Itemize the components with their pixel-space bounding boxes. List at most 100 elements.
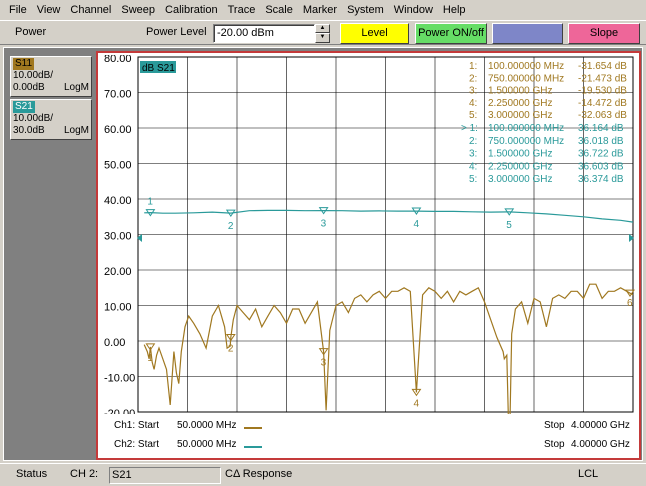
status-bar: Status CH 2: S21 CΔ Response LCL: [0, 463, 646, 486]
ch2-readout-freq: 100.000000 MHz: [488, 123, 564, 134]
y-tick-label: 70.00: [104, 89, 132, 101]
ch2-readout-value: 36.722 dB: [578, 149, 624, 160]
power-toolbar: Power Power Level -20.00 dBm ▲ ▼ Level P…: [0, 20, 646, 45]
status-response: CΔ Response: [225, 468, 293, 480]
ch2-readout-id: 3:: [469, 149, 477, 160]
footer-ch2-start: 50.0000 MHz: [177, 439, 237, 450]
y-tick-label: 80.00: [104, 55, 132, 65]
footer-ch1-stop-label: Stop: [544, 420, 565, 431]
level-softkey[interactable]: Level: [340, 23, 409, 44]
trace-s11-name: S11: [13, 58, 35, 70]
trace-panel: S11 10.00dB/ 0.00dB LogM S21 10.00dB/ 30.…: [10, 52, 94, 458]
menu-channel[interactable]: Channel: [65, 1, 116, 19]
footer-ch1-start-label: Ch1: Start: [114, 420, 160, 431]
menu-system[interactable]: System: [342, 1, 389, 19]
trace-plot[interactable]: 80.0070.0060.0050.0040.0030.0020.0010.00…: [102, 55, 637, 414]
ch2-marker-label: 3: [321, 219, 327, 230]
status-param-box: S21: [109, 467, 221, 484]
trace-s21-name: S21: [13, 101, 35, 113]
ch1-readout-id: 1:: [469, 61, 477, 72]
y-tick-label: 0.00: [104, 337, 125, 349]
y-tick-label: 50.00: [104, 160, 132, 172]
ch2-readout-value: 36.603 dB: [578, 161, 624, 172]
trace-s21-button[interactable]: S21 10.00dB/ 30.0dB LogM: [10, 99, 92, 140]
ch2-readout-freq: 1.500000 GHz: [488, 149, 553, 160]
trace-s11-ref: 0.00dB: [13, 82, 45, 93]
trace-s21-format: LogM: [63, 125, 89, 136]
power-level-input[interactable]: -20.00 dBm: [213, 24, 315, 43]
trace-s11-format: LogM: [63, 82, 89, 93]
ch2-readout-id: 5:: [469, 174, 477, 185]
ch2-readout-value: 36.164 dB: [578, 123, 624, 134]
trace-s11-scale: 10.00dB/: [13, 70, 54, 81]
ch2-readout-value: 36.018 dB: [578, 136, 624, 147]
footer-ch2-start-label: Ch2: Start: [114, 439, 160, 450]
spin-up-button[interactable]: ▲: [315, 24, 330, 33]
ch1-readout-id: 3:: [469, 86, 477, 97]
footer-ch1-stop: 4.00000 GHz: [571, 420, 630, 431]
menu-scale[interactable]: Scale: [260, 1, 298, 19]
toolbar-menu-label: Power: [15, 26, 47, 38]
menu-sweep[interactable]: Sweep: [116, 1, 160, 19]
ch1-readout-freq: 100.000000 MHz: [488, 61, 564, 72]
ch1-readout-id: 2:: [469, 73, 477, 84]
y-tick-label: 20.00: [104, 266, 132, 278]
ch2-marker-label: 1: [147, 197, 153, 208]
y-tick-label: 40.00: [104, 195, 132, 207]
footer-ch2-stop: 4.00000 GHz: [571, 439, 630, 450]
footer-ch1-start: 50.0000 MHz: [177, 420, 237, 431]
vna-application: File View Channel Sweep Calibration Trac…: [0, 0, 646, 486]
y-tick-label: 60.00: [104, 124, 132, 136]
ch2-readout-id: 4:: [469, 161, 477, 172]
ch1-marker-label: 4: [413, 398, 419, 409]
ch1-readout-freq: 1.500000 GHz: [488, 86, 553, 97]
status-lcl: LCL: [578, 468, 599, 480]
ch1-readout-freq: 2.250000 GHz: [488, 98, 553, 109]
sweep-footer: Ch1: Start 50.0000 MHz Stop 4.00000 GHz …: [102, 416, 637, 456]
power-level-label: Power Level: [146, 26, 207, 38]
ch1-readout-freq: 3.000000 GHz: [488, 110, 553, 121]
ch1-readout-freq: 750.000000 MHz: [488, 73, 564, 84]
ch2-marker-label: 4: [413, 219, 419, 230]
ch2-readout-freq: 3.000000 GHz: [488, 174, 553, 185]
ch2-readout-id: 2:: [469, 136, 477, 147]
menu-file[interactable]: File: [4, 1, 32, 19]
ch2-readout-freq: 2.250000 GHz: [488, 161, 553, 172]
ch1-readout-id: 4:: [469, 98, 477, 109]
menu-help[interactable]: Help: [438, 1, 471, 19]
ch1-readout-value: -19.530 dB: [578, 86, 627, 97]
ch2-legend-line: [244, 446, 262, 448]
ch1-marker-label: 1: [147, 353, 153, 364]
ch2-marker-label: 5: [506, 220, 512, 231]
menu-window[interactable]: Window: [389, 1, 438, 19]
trace-s21-ref: 30.0dB: [13, 125, 45, 136]
ch2-readout-freq: 750.000000 MHz: [488, 136, 564, 147]
ch1-readout-value: -14.472 dB: [578, 98, 627, 109]
spin-down-button[interactable]: ▼: [315, 33, 330, 43]
menu-trace[interactable]: Trace: [223, 1, 261, 19]
ch2-readout-value: 36.374 dB: [578, 174, 624, 185]
footer-ch2-stop-label: Stop: [544, 439, 565, 450]
ch2-readout-id: > 1:: [461, 123, 478, 134]
footer-ch2-row: Ch2: Start 50.0000 MHz Stop 4.00000 GHz: [102, 438, 637, 454]
trace-s11-button[interactable]: S11 10.00dB/ 0.00dB LogM: [10, 56, 92, 97]
menu-view[interactable]: View: [32, 1, 66, 19]
channel-window: 80.00 70.00 60.00 50.00 40.00 30.00 20.00 10.00…: [96, 51, 641, 460]
menu-bar: File View Channel Sweep Calibration Trac…: [0, 0, 646, 20]
status-channel: CH 2:: [70, 468, 99, 480]
power-on-off-softkey[interactable]: Power ON/off: [415, 23, 487, 44]
trace-s21-scale: 10.00dB/: [13, 113, 54, 124]
ch1-marker-label: 3: [321, 358, 327, 369]
slope-softkey[interactable]: Slope: [568, 23, 640, 44]
ch1-readout-value: -21.473 dB: [578, 73, 627, 84]
y-tick-label: 30.00: [104, 231, 132, 243]
menu-marker[interactable]: Marker: [298, 1, 342, 19]
ch2-marker-label: 2: [228, 221, 234, 232]
active-trace-label: dB S21: [142, 63, 175, 74]
power-level-spinner: ▲ ▼: [315, 24, 330, 43]
y-tick-label: 10.00: [104, 302, 132, 314]
ch1-readout-id: 5:: [469, 110, 477, 121]
main-area: S11 10.00dB/ 0.00dB LogM S21 10.00dB/ 30.…: [3, 47, 643, 461]
menu-calibration[interactable]: Calibration: [160, 1, 223, 19]
blank-softkey[interactable]: [492, 23, 563, 44]
